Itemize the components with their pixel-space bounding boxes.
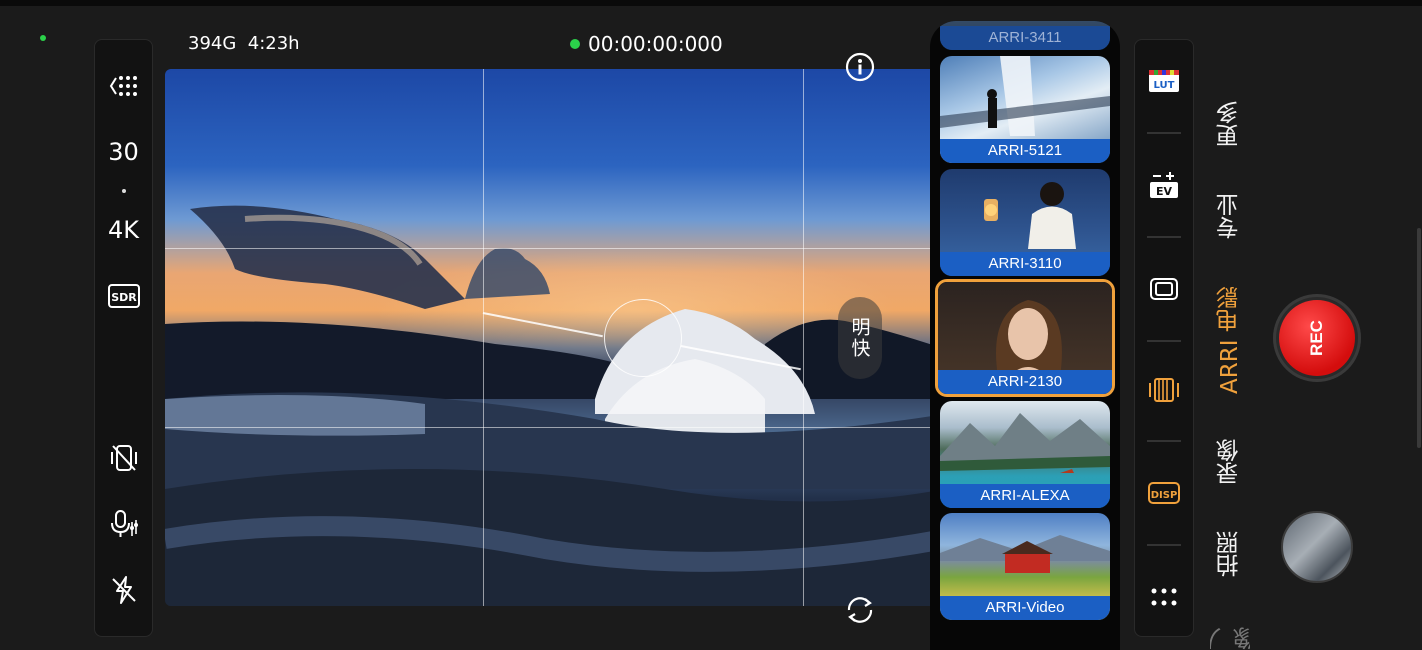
focus-ring[interactable] bbox=[604, 299, 682, 377]
storage-value: 394G bbox=[188, 33, 237, 54]
record-button[interactable]: REC bbox=[1273, 294, 1361, 382]
scrollbar[interactable] bbox=[1417, 228, 1421, 448]
aspect-frame-icon[interactable] bbox=[1147, 272, 1181, 306]
record-time-remaining: 4:23h bbox=[247, 33, 300, 54]
display-info-icon[interactable]: DISP bbox=[1147, 476, 1181, 510]
lut-card[interactable]: ARRI-3110 bbox=[940, 169, 1110, 276]
collapse-grid-icon[interactable] bbox=[95, 72, 152, 100]
lut-selector-panel[interactable]: ARRI-3411 ARRI-5121 ARRI-3110 ARRI-2130 … bbox=[930, 21, 1120, 650]
top-edge bbox=[0, 0, 1422, 6]
svg-text:LUT: LUT bbox=[1154, 80, 1175, 91]
camera-viewfinder[interactable]: 明快 bbox=[165, 69, 945, 606]
mode-more[interactable]: 更多 bbox=[1210, 94, 1250, 154]
timecode-display: 00:00:00:000 bbox=[570, 32, 723, 56]
svg-text:EV: EV bbox=[1156, 185, 1173, 198]
lut-label: ARRI-5121 bbox=[940, 139, 1110, 163]
divider bbox=[1147, 544, 1181, 546]
scene-preview bbox=[165, 205, 945, 606]
mode-arri-cinema[interactable]: ARRI 电影 bbox=[1210, 278, 1250, 402]
lut-label: ARRI-3110 bbox=[940, 252, 1110, 276]
lut-label: ARRI-2130 bbox=[938, 370, 1112, 394]
look-style-pill[interactable]: 明快 bbox=[838, 297, 882, 379]
info-icon[interactable] bbox=[845, 52, 875, 82]
exposure-compensation-icon[interactable]: EV bbox=[1147, 168, 1181, 202]
left-settings-rail: 30 4K SDR bbox=[94, 39, 153, 637]
lut-label: ARRI-3411 bbox=[940, 26, 1110, 50]
grid-line bbox=[483, 69, 484, 606]
divider bbox=[1147, 340, 1181, 342]
mode-pro[interactable]: 专业 bbox=[1210, 186, 1250, 246]
timecode-text: 00:00:00:000 bbox=[588, 32, 723, 56]
svg-text:DISP: DISP bbox=[1151, 490, 1178, 501]
switch-camera-icon[interactable] bbox=[843, 593, 877, 627]
mode-portrait[interactable]: 人像 bbox=[1210, 612, 1250, 650]
stabilization-off-icon[interactable] bbox=[95, 442, 152, 474]
grid-line bbox=[803, 69, 804, 606]
right-tool-rail: LUT EV DISP bbox=[1134, 39, 1194, 637]
divider bbox=[1147, 132, 1181, 134]
sdr-label: SDR bbox=[111, 291, 137, 304]
gallery-thumbnail[interactable] bbox=[1281, 511, 1353, 583]
more-options-icon[interactable] bbox=[1147, 580, 1181, 614]
flash-off-icon[interactable] bbox=[95, 574, 152, 606]
lut-card-selected[interactable]: ARRI-2130 bbox=[935, 279, 1115, 397]
record-button-core: REC bbox=[1279, 300, 1355, 376]
ready-dot bbox=[570, 39, 580, 49]
anamorphic-icon[interactable] bbox=[1147, 373, 1181, 407]
lut-icon[interactable]: LUT bbox=[1147, 64, 1181, 98]
grid-line bbox=[165, 427, 945, 428]
record-label: REC bbox=[1307, 320, 1326, 356]
mode-video[interactable]: 录像 bbox=[1210, 432, 1250, 492]
grid-line bbox=[165, 248, 945, 249]
look-style-label: 明快 bbox=[848, 317, 871, 359]
divider bbox=[1147, 236, 1181, 238]
lut-card[interactable]: ARRI-Video bbox=[940, 513, 1110, 620]
sdr-toggle[interactable]: SDR bbox=[95, 282, 152, 310]
frame-rate[interactable]: 30 bbox=[95, 138, 152, 166]
separator-dot bbox=[95, 189, 152, 193]
lut-card[interactable]: ARRI-5121 bbox=[940, 56, 1110, 163]
storage-remaining: 394G 4:23h bbox=[188, 33, 300, 54]
divider bbox=[1147, 440, 1181, 442]
lut-card[interactable]: ARRI-3411 bbox=[940, 21, 1110, 50]
microphone-settings-icon[interactable] bbox=[95, 508, 152, 540]
resolution[interactable]: 4K bbox=[95, 216, 152, 244]
lut-card[interactable]: ARRI-ALEXA bbox=[940, 401, 1110, 508]
privacy-indicator-dot bbox=[40, 35, 46, 41]
mode-photo[interactable]: 拍照 bbox=[1210, 524, 1250, 584]
lut-label: ARRI-Video bbox=[940, 596, 1110, 620]
lut-label: ARRI-ALEXA bbox=[940, 484, 1110, 508]
